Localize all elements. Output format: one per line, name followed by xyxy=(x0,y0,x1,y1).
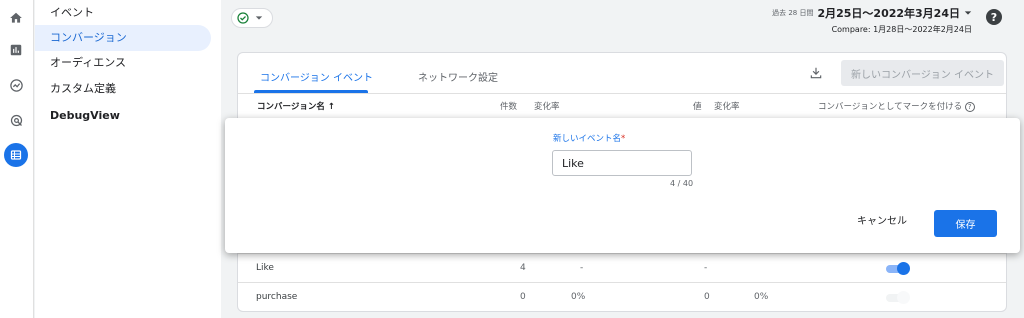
column-header-name[interactable]: コンバージョン名 ↑ xyxy=(257,100,335,112)
sidebar-item-custom-definitions[interactable]: カスタム定義 xyxy=(35,76,211,102)
row-count-change: - xyxy=(580,263,584,273)
table-row: purchase 0 0% 0 0% xyxy=(238,282,1006,310)
column-header-value-change[interactable]: 変化率 xyxy=(714,100,740,112)
sidebar: イベント コンバージョン オーディエンス カスタム定義 DebugView xyxy=(35,0,221,318)
required-mark: * xyxy=(621,134,626,144)
row-count-change: 0% xyxy=(571,292,586,302)
row-name: Like xyxy=(256,263,274,273)
status-dropdown[interactable] xyxy=(231,8,273,28)
chevron-down-icon xyxy=(255,16,263,20)
insights-icon[interactable] xyxy=(6,75,26,95)
divider xyxy=(238,93,1006,94)
date-range-picker[interactable]: 過去 28 日間 2月25日〜2022年3月24日 Compare: 1月28日… xyxy=(772,5,972,35)
toggle-knob xyxy=(897,291,910,304)
column-header-mark-label: コンバージョンとしてマークを付ける xyxy=(818,102,963,112)
date-range: 2月25日〜2022年3月24日 xyxy=(817,7,960,20)
char-counter: 4 / 40 xyxy=(670,179,694,188)
row-count: 4 xyxy=(520,263,526,273)
configure-icon[interactable] xyxy=(4,143,28,167)
sidebar-item-events[interactable]: イベント xyxy=(35,0,211,26)
row-value: 0 xyxy=(704,292,710,302)
save-button[interactable]: 保存 xyxy=(934,210,997,237)
column-header-count[interactable]: 件数 xyxy=(500,100,517,112)
tab-network-settings[interactable]: ネットワーク設定 xyxy=(418,69,498,84)
new-event-dialog: 新しいイベント名* 4 / 40 キャンセル 保存 xyxy=(225,118,1020,253)
bar-chart-icon[interactable] xyxy=(6,40,26,60)
date-range-prefix: 過去 28 日間 xyxy=(772,8,814,18)
help-outline-icon[interactable]: ? xyxy=(964,102,975,112)
new-conversion-event-button[interactable]: 新しいコンバージョン イベント xyxy=(841,60,1004,86)
row-name: purchase xyxy=(256,292,298,302)
help-icon[interactable]: ? xyxy=(986,9,1002,25)
column-header-name-label: コンバージョン名 xyxy=(257,102,325,112)
row-value-change: 0% xyxy=(754,292,769,302)
column-header-count-change[interactable]: 変化率 xyxy=(534,100,560,112)
new-event-name-label: 新しいイベント名* xyxy=(553,132,625,144)
mark-as-conversion-toggle[interactable] xyxy=(886,291,910,304)
check-circle-icon xyxy=(237,12,249,24)
row-value: - xyxy=(704,263,708,273)
column-header-value[interactable]: 値 xyxy=(693,100,702,112)
date-chevron-down-icon xyxy=(964,11,972,15)
table-row: Like 4 - - xyxy=(238,253,1006,281)
row-count: 0 xyxy=(520,292,526,302)
cancel-button[interactable]: キャンセル xyxy=(857,212,907,227)
mark-as-conversion-toggle[interactable] xyxy=(886,262,910,275)
sidebar-item-conversions[interactable]: コンバージョン xyxy=(35,25,211,51)
compare-range: Compare: 1月28日〜2022年2月24日 xyxy=(831,25,972,34)
explore-icon[interactable] xyxy=(6,110,26,130)
home-icon[interactable] xyxy=(6,8,26,28)
download-icon[interactable] xyxy=(809,65,823,81)
new-event-name-label-text: 新しいイベント名 xyxy=(553,134,622,144)
icon-rail xyxy=(0,0,34,318)
sidebar-item-debugview[interactable]: DebugView xyxy=(35,103,211,129)
tab-conversion-events[interactable]: コンバージョン イベント xyxy=(260,69,373,84)
toggle-knob xyxy=(897,262,910,275)
new-event-name-input[interactable] xyxy=(552,150,692,176)
sort-arrow-up-icon: ↑ xyxy=(327,102,335,112)
sidebar-item-audiences[interactable]: オーディエンス xyxy=(35,50,211,76)
column-header-mark: コンバージョンとしてマークを付ける ? xyxy=(818,100,975,112)
